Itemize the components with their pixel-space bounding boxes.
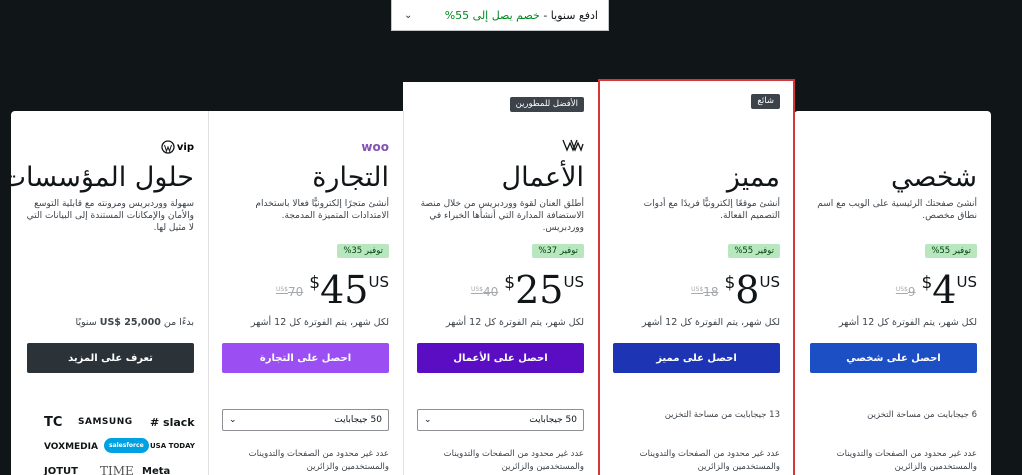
get-business-button[interactable]: احصل على الأعمال — [417, 343, 584, 373]
storage-select[interactable]: 50 جيجابايت ⌄ — [222, 409, 389, 431]
get-premium-button[interactable]: احصل على مميز — [613, 343, 780, 373]
get-personal-button[interactable]: احصل على شخصي — [810, 343, 977, 373]
plan-card-personal: شخصي أنشئ صفحتك الرئيسية على الويب مع اس… — [794, 111, 991, 475]
unlimited-feature: عدد غير محدود من الصفحات والتدوينات والم… — [443, 449, 584, 472]
storage-select[interactable]: 50 جيجابايت ⌄ — [417, 409, 584, 431]
plan-price: US$40 $25 US — [470, 268, 584, 312]
billing-period-note: لكل شهر، يتم الفوترة كل 12 أشهر — [838, 317, 977, 328]
woo-logo: woo — [361, 140, 389, 154]
storage-feature: 13 جيجابايت من مساحة التخزين — [664, 410, 780, 420]
chevron-down-icon: ⌄ — [404, 9, 413, 21]
jotut-logo: JOTUT — [44, 466, 78, 475]
plan-name: التجارة — [312, 162, 389, 193]
storage-feature: 6 جيجابايت من مساحة التخزين — [867, 410, 977, 420]
meta-logo: Meta — [142, 466, 171, 475]
plan-name: شخصي — [891, 162, 977, 193]
salesforce-logo: salesforce — [104, 438, 149, 453]
plan-card-premium: شائع مميز أنشئ موقعًا إلكترونيًّا فريدًا… — [598, 79, 795, 475]
get-commerce-button[interactable]: احصل على التجارة — [222, 343, 389, 373]
billing-period-note: لكل شهر، يتم الفوترة كل 12 أشهر — [445, 317, 584, 328]
storage-select-value: 50 جيجابايت — [334, 415, 382, 425]
wordpress-icon — [161, 140, 175, 154]
plan-card-enterprise: vip حلول المؤسسات سهولة ووردبريس ومرونته… — [11, 111, 209, 475]
plan-name: الأعمال — [501, 162, 584, 193]
billing-period-select[interactable]: ادفع سنويا - خصم يصل إلى 55% ⌄ — [391, 0, 609, 31]
samsung-logo: SAMSUNG — [78, 417, 133, 427]
voxmedia-logo: VOXMEDIA — [44, 442, 98, 452]
chevron-down-icon: ⌄ — [229, 415, 237, 425]
learn-more-button[interactable]: تعرف على المزيد — [27, 343, 194, 373]
chevron-down-icon: ⌄ — [424, 415, 432, 425]
plan-description: أنشئ موقعًا إلكترونيًّا فريدًا مع أدوات … — [643, 199, 780, 221]
starting-price: بدءًا من US$ 25,000 سنويًا — [75, 317, 194, 328]
popular-badge: شائع — [751, 94, 780, 109]
unlimited-feature: عدد غير محدود من الصفحات والتدوينات والم… — [639, 449, 780, 472]
usa-today-logo: USA TODAY — [150, 442, 195, 450]
plan-description: سهولة ووردبريس ومرونته مع قابلية التوسع … — [26, 199, 194, 233]
plan-price: US$18 $8 US — [691, 268, 780, 312]
time-logo: TIME — [100, 464, 134, 475]
save-badge: توفير 55% — [728, 244, 780, 258]
unlimited-feature: عدد غير محدود من الصفحات والتدوينات والم… — [836, 449, 977, 472]
old-price: US$70 — [275, 285, 304, 299]
billing-discount: خصم يصل إلى 55% — [444, 8, 540, 22]
save-badge: توفير 37% — [532, 244, 584, 258]
save-badge: توفير 55% — [925, 244, 977, 258]
slack-logo: # slack — [150, 416, 195, 429]
old-price: US$9 — [895, 285, 916, 299]
wordpress-vip-logo: vip — [161, 139, 194, 155]
wordpress-pro-icon — [562, 137, 584, 153]
plan-price: US$70 $45 US — [275, 268, 389, 312]
techcrunch-logo: TC — [44, 415, 63, 430]
save-badge: توفير 35% — [337, 244, 389, 258]
best-for-developers-badge: الأفضل للمطورين — [509, 97, 584, 112]
plan-description: أنشئ صفحتك الرئيسية على الويب مع اسم نطا… — [817, 199, 977, 221]
plan-card-business: الأفضل للمطورين الأعمال أطلق العنان لقوة… — [403, 82, 599, 475]
old-price: US$40 — [470, 285, 499, 299]
client-logos: TC SAMSUNG # slack VOXMEDIA salesforce U… — [44, 411, 195, 475]
billing-period-note: لكل شهر، يتم الفوترة كل 12 أشهر — [250, 317, 389, 328]
plan-card-commerce: woo التجارة أنشئ متجرًا إلكترونيًّا فعال… — [208, 111, 404, 475]
plan-name: حلول المؤسسات — [11, 162, 194, 193]
storage-select-value: 50 جيجابايت — [529, 415, 577, 425]
billing-period-label: ادفع سنويا - خصم يصل إلى 55% — [444, 8, 598, 22]
old-price: US$18 — [691, 285, 719, 299]
unlimited-feature: عدد غير محدود من الصفحات والتدوينات والم… — [248, 449, 389, 472]
plan-description: أنشئ متجرًا إلكترونيًّا فعالا باستخدام ا… — [255, 199, 389, 221]
billing-period-note: لكل شهر، يتم الفوترة كل 12 أشهر — [641, 317, 780, 328]
plan-price: US$9 $4 US — [895, 268, 977, 312]
plan-name: مميز — [726, 162, 780, 193]
plan-description: أطلق العنان لقوة ووردبريس من خلال منصة ا… — [420, 199, 584, 233]
